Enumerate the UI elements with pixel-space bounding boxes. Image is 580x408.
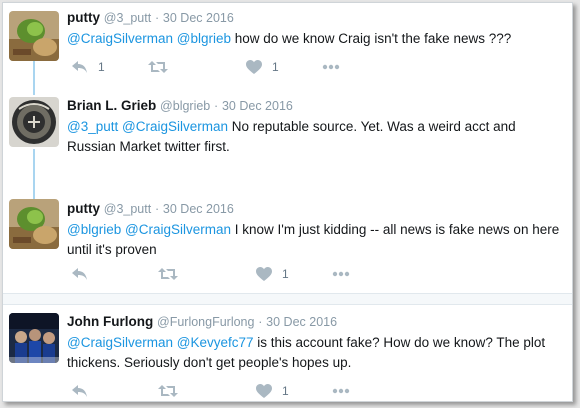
reply-count: 1 [98,60,105,74]
reply-icon [72,385,87,397]
retweet-button[interactable] [158,267,198,281]
tweet-text: @CraigSilverman @Kevyefc77 is this accou… [67,333,564,373]
retweet-button[interactable] [158,384,198,398]
mention-link[interactable]: @CraigSilverman [67,31,173,46]
tweet-date[interactable]: 30 Dec 2016 [163,202,234,216]
conversation-panel: putty @3_putt · 30 Dec 2016 @CraigSilver… [2,2,573,402]
like-button[interactable]: 1 [256,267,292,281]
reply-icon [72,268,87,280]
author-handle[interactable]: @blgrieb [160,99,210,113]
tweet-date[interactable]: 30 Dec 2016 [222,99,293,113]
tweet-text: @CraigSilverman @blgrieb how do we know … [67,29,564,49]
like-button[interactable]: 1 [246,60,282,74]
heart-icon [256,384,272,398]
more-button[interactable] [332,388,350,394]
mention-link[interactable]: @blgrieb [67,222,121,237]
more-icon [322,64,340,70]
author-name[interactable]: putty [67,10,100,25]
author-handle[interactable]: @3_putt [104,11,151,25]
like-count: 1 [282,267,289,281]
mention-link[interactable]: @blgrieb [177,31,231,46]
avatar[interactable] [9,11,59,61]
author-name[interactable]: Brian L. Grieb [67,98,156,113]
tweet-date[interactable]: 30 Dec 2016 [266,315,337,329]
reply-button[interactable] [71,384,108,398]
mention-link[interactable]: @3_putt [67,119,118,134]
mention-link[interactable]: @Kevyefc77 [177,335,254,350]
avatar[interactable] [9,97,59,147]
like-button[interactable]: 1 [256,384,292,398]
tweet-date[interactable]: 30 Dec 2016 [163,11,234,25]
author-handle[interactable]: @3_putt [104,202,151,216]
tweet[interactable]: John Furlong @FurlongFurlong · 30 Dec 20… [3,305,572,401]
tweet[interactable]: putty @3_putt · 30 Dec 2016 @blgrieb @Cr… [3,196,572,293]
heart-icon [246,60,262,74]
retweet-icon [158,385,178,397]
heart-icon [256,267,272,281]
tweet[interactable]: Brian L. Grieb @blgrieb · 30 Dec 2016 @3… [3,91,572,196]
more-icon [332,271,350,277]
retweet-icon [148,61,168,73]
author-name[interactable]: John Furlong [67,314,153,329]
avatar[interactable] [9,313,59,363]
author-handle[interactable]: @FurlongFurlong [157,315,254,329]
more-button[interactable] [332,271,350,277]
retweet-icon [158,268,178,280]
mention-link[interactable]: @CraigSilverman [67,335,173,350]
separator: · [154,11,160,25]
reply-button[interactable] [71,267,108,281]
avatar[interactable] [9,199,59,249]
mention-link[interactable]: @CraigSilverman [122,119,228,134]
separator: · [214,99,219,113]
more-button[interactable] [322,64,340,70]
tweet-text: @3_putt @CraigSilverman No reputable sou… [67,117,564,157]
like-count: 1 [282,384,289,398]
reply-button[interactable]: 1 [71,60,108,74]
like-count: 1 [272,60,279,74]
tweet[interactable]: putty @3_putt · 30 Dec 2016 @CraigSilver… [3,3,572,91]
mention-link[interactable]: @CraigSilverman [125,222,231,237]
conversation-divider [3,293,572,305]
reply-icon [72,61,87,73]
tweet-text: @blgrieb @CraigSilverman I know I'm just… [67,220,564,260]
author-name[interactable]: putty [67,201,100,216]
separator: · [258,315,263,329]
retweet-button[interactable] [148,60,188,74]
more-icon [332,388,350,394]
tweet-body: how do we know Craig isn't the fake news… [234,31,512,46]
separator: · [154,202,160,216]
